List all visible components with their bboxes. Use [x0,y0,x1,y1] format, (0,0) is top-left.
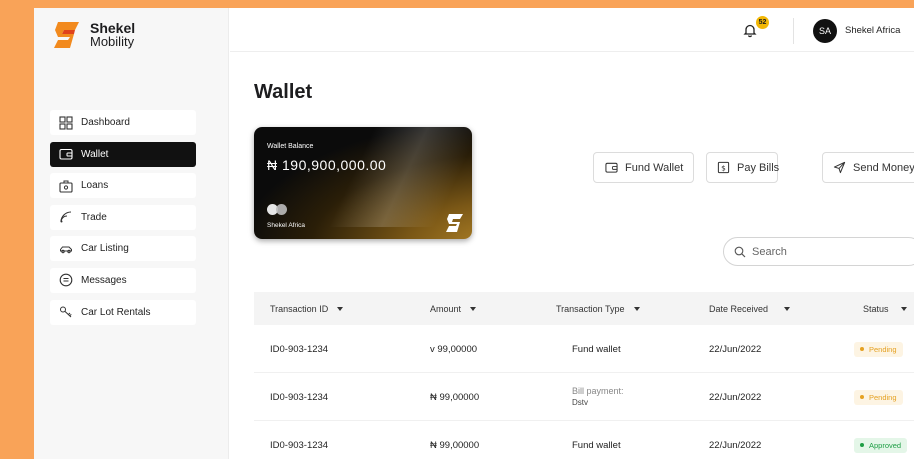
shekel-logo-icon [52,20,82,50]
sidebar-item-loans[interactable]: Loans [50,173,196,199]
main-content: 52 SA Shekel Africa Wallet Wallet Balanc… [230,8,914,459]
fund-wallet-label: Fund Wallet [625,161,684,174]
column-header-status[interactable]: Status [863,304,907,314]
status-badge: Approved [854,437,908,453]
search-box[interactable] [723,237,914,266]
transaction-amount: v 99,00000 [430,343,478,355]
sidebar-item-dashboard[interactable]: Dashboard [50,110,196,135]
bill-icon: $ [717,161,730,175]
pay-bills-label: Pay Bills [737,161,780,174]
brand-name-line2: Mobility [90,34,135,49]
search-icon [734,246,746,257]
table-row[interactable]: ID0-903-1234 ₦ 99,00000 Bill payment: Ds… [254,373,914,421]
column-header-transaction-id[interactable]: Transaction ID [270,304,344,314]
transaction-type: Bill payment: Dstv [572,386,624,407]
transaction-id: ID0-903-1234 [270,343,329,355]
caret-down-icon [900,306,907,311]
card-holder-name: Shekel Africa [267,222,305,229]
app-window: Shekel Mobility Dashboard Wallet Loans T… [34,8,914,459]
sidebar-item-label: Wallet [81,148,109,160]
shekel-card-logo-icon [445,213,465,233]
transaction-id: ID0-903-1234 [270,391,329,403]
caret-down-icon [633,306,640,311]
message-icon [58,273,73,288]
search-input[interactable] [752,245,892,258]
caret-down-icon [784,306,791,311]
caret-down-icon [337,306,344,311]
user-name[interactable]: Shekel Africa [845,25,900,36]
transactions-table: Transaction ID Amount Transaction Type D… [254,292,914,459]
column-header-date-received[interactable]: Date Received [709,304,791,314]
car-keys-icon [58,305,73,320]
top-bar: 52 SA Shekel Africa [230,8,914,52]
wallet-icon [604,161,618,175]
sidebar-item-label: Loans [81,180,109,192]
transaction-type: Fund wallet [572,343,621,355]
sidebar-item-label: Dashboard [81,117,130,128]
date-received: 22/Jun/2022 [709,391,762,403]
status-badge: Pending [854,341,903,357]
wallet-balance-amount: ₦ 190,900,000.00 [267,157,387,173]
sidebar-item-car-listing[interactable]: Car Listing [50,236,196,262]
sidebar-item-label: Car Lot Rentals [81,306,151,318]
wallet-balance-label: Wallet Balance [267,143,314,150]
grid-icon [58,115,73,130]
avatar[interactable]: SA [813,19,837,43]
car-icon [58,241,73,256]
transaction-type: Fund wallet [572,439,621,451]
table-header: Transaction ID Amount Transaction Type D… [254,292,914,325]
svg-text:$: $ [721,163,726,172]
send-money-button[interactable]: Send Money [822,152,914,183]
wallet-balance-card: Wallet Balance ₦ 190,900,000.00 Shekel A… [254,127,472,239]
header-divider [793,18,794,44]
pay-bills-button[interactable]: $ Pay Bills [706,152,780,183]
notification-count-badge: 52 [756,16,769,29]
loans-icon [58,178,73,193]
sidebar-item-wallet[interactable]: Wallet [50,141,196,167]
transaction-amount: ₦ 99,00000 [430,391,480,403]
trade-icon [58,210,73,225]
mastercard-icon [267,204,289,215]
sidebar: Shekel Mobility Dashboard Wallet Loans T… [34,8,229,459]
brand-logo[interactable]: Shekel Mobility [52,20,135,50]
wallet-icon [58,147,73,162]
sidebar-item-messages[interactable]: Messages [50,267,196,293]
sidebar-item-car-lot-rentals[interactable]: Car Lot Rentals [50,299,196,325]
date-received: 22/Jun/2022 [709,439,762,451]
send-money-label: Send Money [853,161,914,174]
table-row[interactable]: ID0-903-1234 ₦ 99,00000 Fund wallet 22/J… [254,421,914,459]
sidebar-item-label: Trade [81,211,107,223]
sidebar-item-trade[interactable]: Trade [50,204,196,230]
transaction-id: ID0-903-1234 [270,439,329,451]
caret-down-icon [470,306,477,311]
column-header-transaction-type[interactable]: Transaction Type [556,304,640,314]
page-title: Wallet [254,81,313,103]
sidebar-item-label: Car Listing [81,243,129,255]
sidebar-item-label: Messages [81,274,127,286]
table-row[interactable]: ID0-903-1234 v 99,00000 Fund wallet 22/J… [254,325,914,373]
send-icon [833,161,846,175]
column-header-amount[interactable]: Amount [430,304,477,314]
fund-wallet-button[interactable]: Fund Wallet [593,152,695,183]
sidebar-nav: Dashboard Wallet Loans Trade Car Listing… [50,110,196,331]
transaction-amount: ₦ 99,00000 [430,439,480,451]
status-badge: Pending [854,389,903,405]
date-received: 22/Jun/2022 [709,343,762,355]
